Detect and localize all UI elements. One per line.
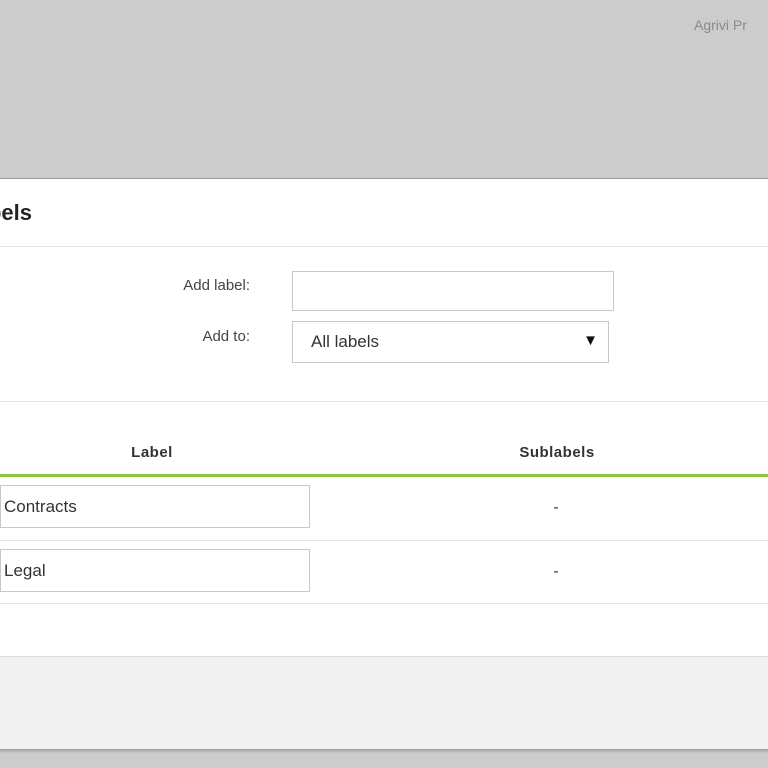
labels-dialog: Labels Add label: Add to: All labels ▼ L…	[0, 178, 768, 749]
title-divider	[0, 246, 768, 247]
label-field-legal[interactable]: Legal	[0, 549, 310, 592]
row-divider	[0, 603, 768, 604]
form-divider	[0, 401, 768, 402]
add-to-text: Add to:	[202, 328, 250, 345]
add-label-input[interactable]	[292, 271, 614, 311]
app-brand-text: Agrivi Pr	[694, 17, 747, 33]
dialog-footer	[0, 656, 768, 749]
sublabels-cell: -	[553, 563, 559, 580]
dropdown-arrow-icon: ▼	[583, 332, 598, 349]
sublabels-cell: -	[553, 499, 559, 516]
dialog-title: Labels	[0, 200, 32, 225]
table-header-underline	[0, 474, 768, 477]
add-to-selected-value: All labels	[311, 332, 380, 351]
label-field-text: Legal	[4, 560, 46, 580]
add-label-text: Add label:	[183, 277, 250, 294]
label-field-text: Contracts	[4, 496, 77, 516]
dialog-title-area: Labels	[0, 179, 60, 245]
add-to-select[interactable]: All labels ▼	[292, 321, 609, 363]
column-header-label[interactable]: Label	[102, 444, 202, 461]
label-field-contracts[interactable]: Contracts	[0, 485, 310, 528]
column-header-sublabels[interactable]: Sublabels	[497, 444, 617, 461]
row-divider	[0, 540, 768, 541]
